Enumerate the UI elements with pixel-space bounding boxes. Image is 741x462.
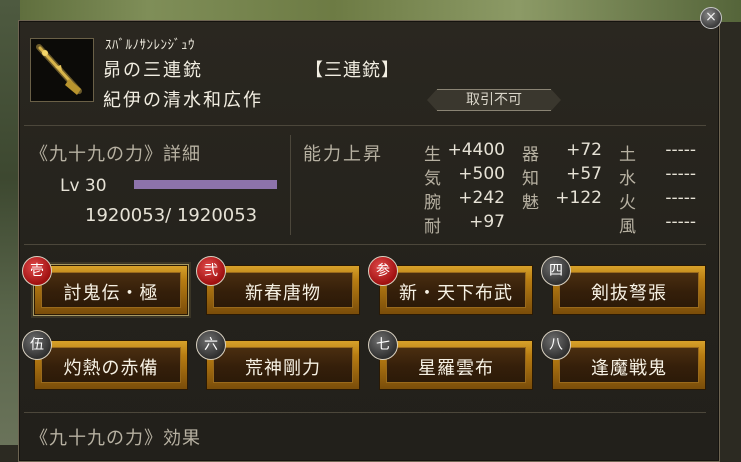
divider-vertical xyxy=(290,135,291,235)
stat-key: 土 xyxy=(619,145,636,165)
close-button[interactable]: × xyxy=(700,7,722,29)
stat-row: 風 xyxy=(619,212,636,237)
trade-status-badge: 取引不可 xyxy=(427,89,561,111)
stat-value: +72 xyxy=(566,140,602,160)
stat-key: 知 xyxy=(522,169,539,189)
weapon-kana: ｽﾊﾞﾙﾉｻﾝﾚﾝｼﾞｭｳ xyxy=(105,38,195,53)
stat-key: 風 xyxy=(619,217,636,237)
skill-label: 荒神剛力 xyxy=(245,358,321,379)
skill-button-4[interactable]: 剣抜弩張 xyxy=(552,265,706,315)
stat-key: 火 xyxy=(619,193,636,213)
stat-value: ----- xyxy=(665,188,696,208)
stat-value: ----- xyxy=(665,212,696,232)
skill-number-badge: 六 xyxy=(196,330,226,360)
stat-row: 知 xyxy=(522,164,539,189)
stat-value: ----- xyxy=(665,164,696,184)
golden-rifle-icon xyxy=(30,38,94,102)
background-scenery-top xyxy=(0,0,741,22)
stat-key: 生 xyxy=(424,145,441,165)
stat-row: 器 xyxy=(522,140,539,165)
divider-top xyxy=(24,125,706,126)
weapon-type: 【三連銃】 xyxy=(305,60,400,81)
stat-value: +242 xyxy=(458,188,505,208)
skill-button-3[interactable]: 新・天下布武 xyxy=(379,265,533,315)
skill-button-6[interactable]: 荒神剛力 xyxy=(206,340,360,390)
weapon-smith: 紀伊の清水和広作 xyxy=(103,90,263,111)
stat-row: 水 xyxy=(619,164,636,189)
stat-row: 耐 xyxy=(424,212,441,237)
stat-key: 水 xyxy=(619,169,636,189)
skill-label: 剣抜弩張 xyxy=(591,283,667,304)
stat-value: ----- xyxy=(665,140,696,160)
stat-value: +97 xyxy=(469,212,505,232)
skill-label: 灼熱の赤備 xyxy=(63,358,159,379)
skill-label: 星羅雲布 xyxy=(418,358,494,379)
stat-key: 器 xyxy=(522,145,539,165)
skill-number-badge: 伍 xyxy=(22,330,52,360)
skill-button-7[interactable]: 星羅雲布 xyxy=(379,340,533,390)
stat-row: 生 xyxy=(424,140,441,165)
ability-title: 能力上昇 xyxy=(303,144,383,165)
stat-value: +122 xyxy=(555,188,602,208)
skill-number-badge: 四 xyxy=(541,256,571,286)
divider-bottom xyxy=(24,412,706,413)
stat-row: 土 xyxy=(619,140,636,165)
weapon-name: 昴の三連銃 xyxy=(103,60,203,81)
exp-total: 1920053 xyxy=(176,205,258,226)
skill-number-badge: 七 xyxy=(368,330,398,360)
background-scenery-left xyxy=(0,0,20,445)
skill-number-badge: 壱 xyxy=(22,256,52,286)
divider-middle xyxy=(24,244,706,245)
stat-key: 魅 xyxy=(522,193,539,213)
stat-row: 腕 xyxy=(424,188,441,213)
skill-label: 新・天下布武 xyxy=(399,283,513,304)
exp-current: 1920053/ xyxy=(85,205,172,226)
skill-label: 討鬼伝・極 xyxy=(63,283,159,304)
skill-number-badge: 参 xyxy=(368,256,398,286)
exp-readout: 1920053/ 1920053 xyxy=(85,205,257,226)
effect-section-title: 《九十九の力》効果 xyxy=(30,428,201,449)
stat-key: 気 xyxy=(424,169,441,189)
stat-row: 火 xyxy=(619,188,636,213)
stat-value: +500 xyxy=(458,164,505,184)
skill-label: 逢魔戦鬼 xyxy=(591,358,667,379)
stat-value: +4400 xyxy=(447,140,505,160)
stat-row: 魅 xyxy=(522,188,539,213)
skill-button-8[interactable]: 逢魔戦鬼 xyxy=(552,340,706,390)
stat-key: 耐 xyxy=(424,217,441,237)
skill-button-1[interactable]: 討鬼伝・極 xyxy=(34,265,188,315)
power-detail-title: 《九十九の力》詳細 xyxy=(30,144,201,165)
skill-button-2[interactable]: 新春唐物 xyxy=(206,265,360,315)
level-progress-bar xyxy=(134,180,277,189)
stat-row: 気 xyxy=(424,164,441,189)
skill-label: 新春唐物 xyxy=(245,283,321,304)
level-label: Lv 30 xyxy=(60,176,107,196)
stat-value: +57 xyxy=(566,164,602,184)
stat-key: 腕 xyxy=(424,193,441,213)
skill-number-badge: 八 xyxy=(541,330,571,360)
close-icon: × xyxy=(705,9,717,25)
skill-button-5[interactable]: 灼熱の赤備 xyxy=(34,340,188,390)
skill-number-badge: 弐 xyxy=(196,256,226,286)
